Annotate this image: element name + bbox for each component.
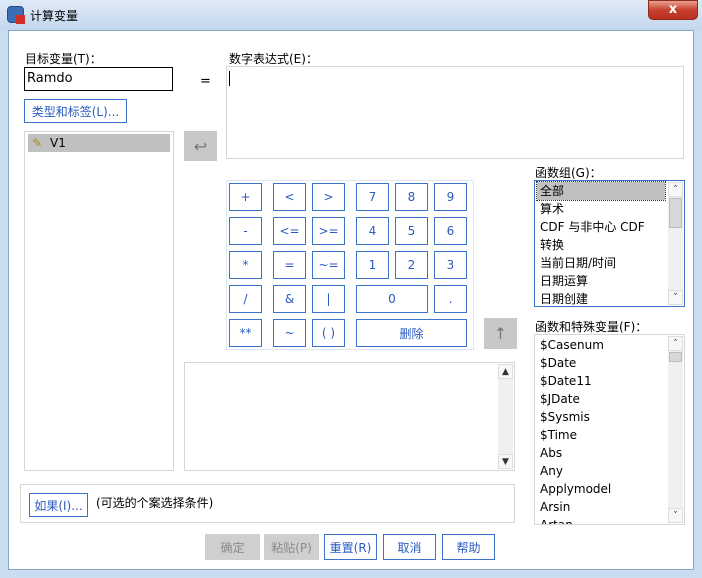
- text-cursor: [229, 71, 230, 86]
- keypad-button[interactable]: <: [273, 183, 306, 211]
- keypad-button[interactable]: 5: [395, 217, 428, 245]
- expression-label: 数字表达式(E)：: [229, 52, 318, 66]
- move-to-expression-button[interactable]: ↩: [184, 131, 217, 161]
- function-group-item[interactable]: 算术: [537, 200, 665, 218]
- keypad-button[interactable]: **: [229, 319, 262, 347]
- window-title: 计算变量: [30, 9, 79, 23]
- function-item[interactable]: $Date11: [537, 372, 682, 390]
- keypad-button[interactable]: 2: [395, 251, 428, 279]
- function-item[interactable]: Arsin: [537, 498, 682, 516]
- function-group-item[interactable]: 当前日期/时间: [537, 254, 665, 272]
- keypad-button[interactable]: -: [229, 217, 262, 245]
- arrow-up-icon: ↑: [493, 324, 508, 343]
- keypad-button[interactable]: 6: [434, 217, 467, 245]
- function-item[interactable]: $JDate: [537, 390, 682, 408]
- description-scrollbar[interactable]: ▲ ▼: [498, 364, 513, 469]
- keypad-button[interactable]: 1: [356, 251, 389, 279]
- function-group-item[interactable]: 全部: [536, 181, 666, 201]
- if-panel: [20, 484, 515, 523]
- keypad-button[interactable]: 删除: [356, 319, 467, 347]
- variable-list[interactable]: ✎ V1: [24, 131, 174, 471]
- variable-name: V1: [50, 136, 66, 150]
- keypad-button[interactable]: ~=: [312, 251, 345, 279]
- keypad-button[interactable]: <=: [273, 217, 306, 245]
- function-group-label: 函数组(G)：: [535, 166, 602, 180]
- function-item[interactable]: Abs: [537, 444, 682, 462]
- cancel-button[interactable]: 取消: [383, 534, 436, 560]
- help-button[interactable]: 帮助: [442, 534, 495, 560]
- keypad-button[interactable]: &: [273, 285, 306, 313]
- function-group-item[interactable]: 日期运算: [537, 272, 665, 290]
- function-group-item[interactable]: CDF 与非中心 CDF: [537, 218, 665, 236]
- function-item[interactable]: $Casenum: [537, 336, 682, 354]
- keypad-button[interactable]: /: [229, 285, 262, 313]
- keypad-button[interactable]: ~: [273, 319, 306, 347]
- function-group-list[interactable]: 全部 算术 CDF 与非中心 CDF 转换 当前日期/时间 日期运算 日期创建 ˄ ˅: [534, 180, 685, 307]
- keypad-button[interactable]: *: [229, 251, 262, 279]
- function-item[interactable]: $Date: [537, 354, 682, 372]
- keypad-button[interactable]: 4: [356, 217, 389, 245]
- if-condition-text: (可选的个案选择条件): [96, 496, 214, 510]
- function-item[interactable]: $Sysmis: [537, 408, 682, 426]
- function-item[interactable]: $Time: [537, 426, 682, 444]
- target-variable-label: 目标变量(T)：: [25, 52, 102, 66]
- arrow-left-icon: ↩: [193, 136, 208, 156]
- function-item[interactable]: Any: [537, 462, 682, 480]
- keypad-button[interactable]: |: [312, 285, 345, 313]
- keypad-button[interactable]: .: [434, 285, 467, 313]
- type-and-label-button[interactable]: 类型和标签(L)...: [24, 99, 127, 123]
- keypad-button[interactable]: >: [312, 183, 345, 211]
- app-icon: [7, 6, 25, 24]
- keypad-button[interactable]: 8: [395, 183, 428, 211]
- keypad-button[interactable]: >=: [312, 217, 345, 245]
- keypad-button[interactable]: 7: [356, 183, 389, 211]
- variable-item[interactable]: ✎ V1: [28, 134, 170, 152]
- function-group-scrollbar[interactable]: ˄ ˅: [668, 182, 683, 305]
- move-up-button[interactable]: ↑: [484, 318, 517, 349]
- ok-button[interactable]: 确定: [205, 534, 260, 560]
- scale-ruler-icon: ✎: [32, 136, 43, 150]
- function-item[interactable]: Artan: [537, 516, 682, 524]
- target-variable-input[interactable]: Ramdo: [24, 67, 173, 91]
- keypad-button[interactable]: =: [273, 251, 306, 279]
- keypad-button[interactable]: 9: [434, 183, 467, 211]
- if-button[interactable]: 如果(I)...: [29, 493, 88, 517]
- keypad-button[interactable]: ( ): [312, 319, 345, 347]
- paste-button[interactable]: 粘贴(P): [264, 534, 319, 560]
- equals-sign: =: [200, 74, 211, 89]
- function-group-item[interactable]: 转换: [537, 236, 665, 254]
- keypad-button[interactable]: 0: [356, 285, 428, 313]
- functions-label: 函数和特殊变量(F)：: [535, 320, 648, 334]
- functions-list[interactable]: $Casenum $Date $Date11 $JDate $Sysmis $Time Ab…: [534, 334, 685, 525]
- close-button[interactable]: x: [648, 0, 698, 20]
- expression-textarea[interactable]: [226, 66, 684, 159]
- functions-scrollbar[interactable]: ˄ ˅: [668, 336, 683, 523]
- function-description-box: ▲ ▼: [184, 362, 515, 471]
- function-group-item[interactable]: 日期创建: [537, 290, 665, 306]
- function-item[interactable]: Applymodel: [537, 480, 682, 498]
- reset-button[interactable]: 重置(R): [324, 534, 377, 560]
- keypad-button[interactable]: +: [229, 183, 262, 211]
- keypad-button[interactable]: 3: [434, 251, 467, 279]
- title-bar: [0, 0, 702, 30]
